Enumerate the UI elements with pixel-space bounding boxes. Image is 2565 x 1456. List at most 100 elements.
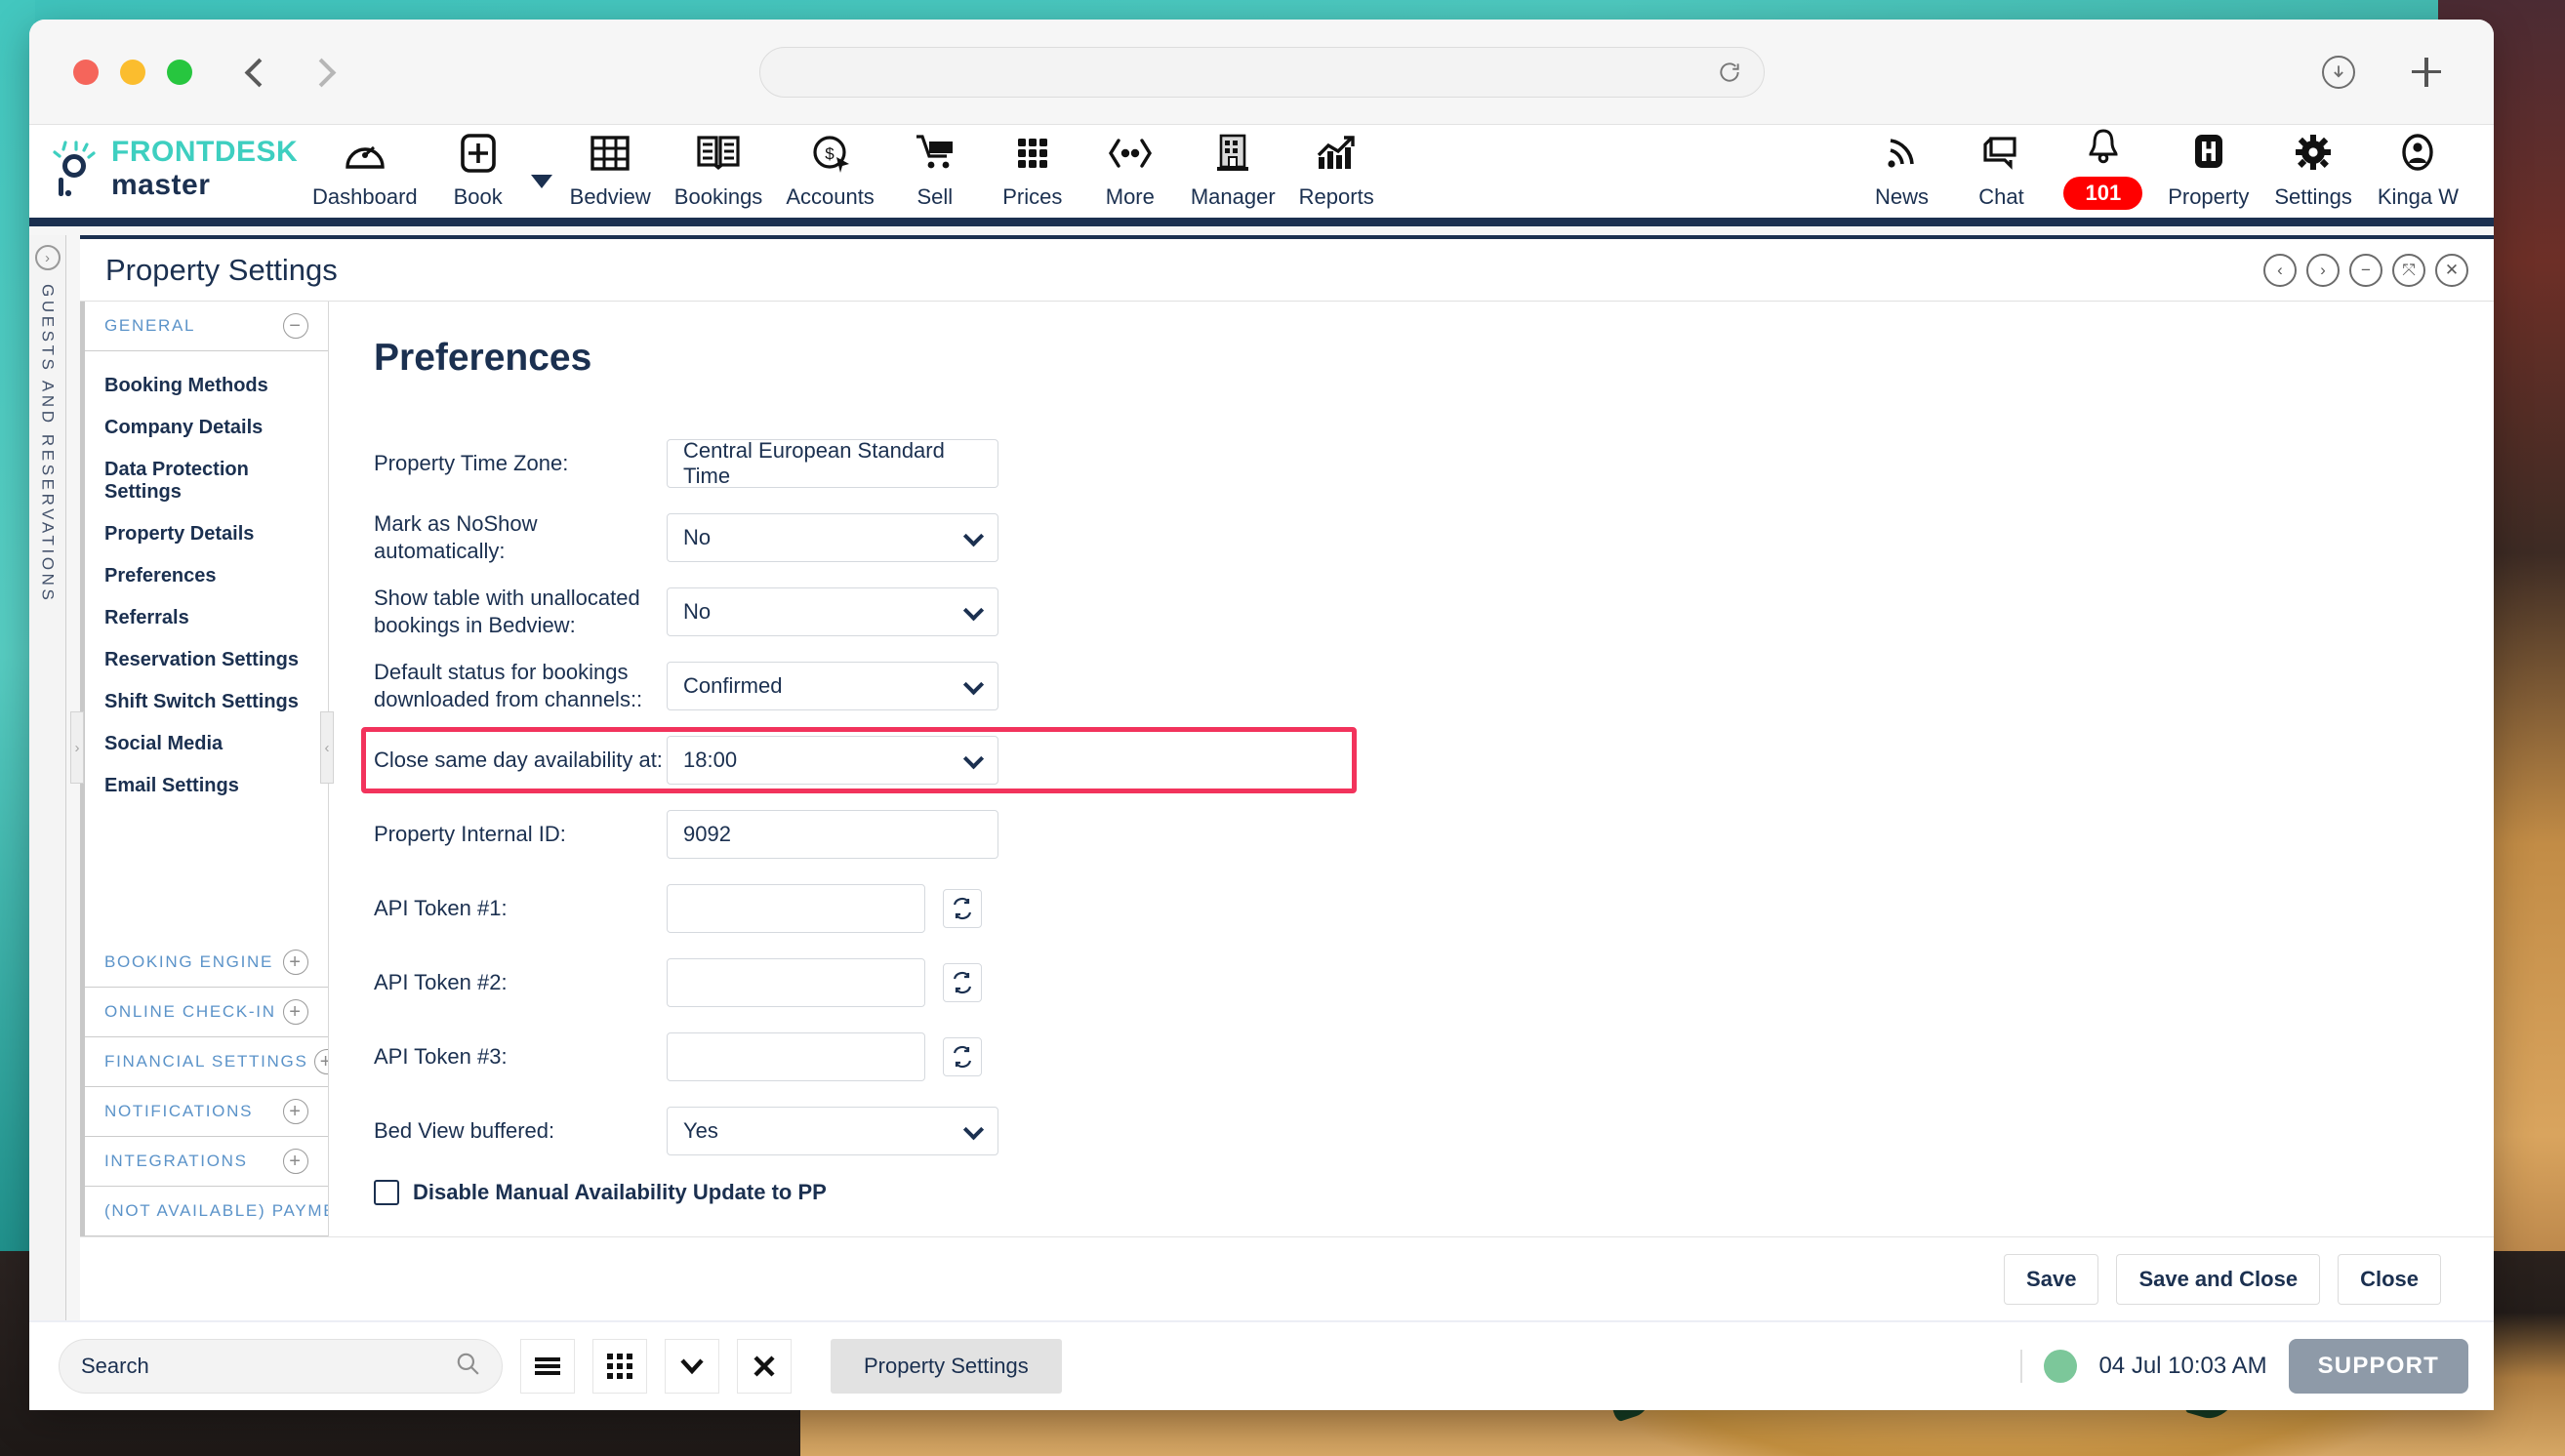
sidebar-section-notifications[interactable]: NOTIFICATIONS + bbox=[85, 1087, 328, 1137]
select-close-same-day-availability[interactable]: 18:00 bbox=[667, 736, 998, 785]
toolbar-right-items: News Chat 101 Property Settings Kinga W bbox=[1854, 123, 2468, 218]
settings-sidebar: › ‹ GENERAL − Booking Methods Company De… bbox=[70, 302, 334, 1236]
save-and-close-button[interactable]: Save and Close bbox=[2116, 1253, 2321, 1305]
support-button[interactable]: SUPPORT bbox=[2288, 1339, 2468, 1394]
toolbar-item-accounts[interactable]: $ Accounts bbox=[776, 131, 884, 218]
toolbar-item-reports[interactable]: Reports bbox=[1289, 131, 1384, 218]
input-api-token-1[interactable] bbox=[667, 884, 925, 933]
notification-badge[interactable]: 101 bbox=[2063, 177, 2143, 210]
toolbar-main-items: Dashboard Book Bedview Bookings $ Accoun… bbox=[303, 131, 1384, 218]
sidebar-section-online-check-in-label: ONLINE CHECK-IN bbox=[104, 1002, 276, 1021]
downloads-icon[interactable] bbox=[2322, 55, 2355, 89]
close-window-button[interactable] bbox=[73, 59, 99, 85]
select-mark-as-noshow[interactable]: No bbox=[667, 513, 998, 562]
open-window-tab-property-settings[interactable]: Property Settings bbox=[831, 1339, 1062, 1394]
modal-maximize-button[interactable]: ⤧ bbox=[2392, 253, 2425, 287]
input-property-time-zone[interactable]: Central European Standard Time bbox=[667, 438, 998, 488]
toolbar-item-dashboard[interactable]: Dashboard bbox=[303, 131, 428, 218]
label-close-same-day-availability: Close same day availability at: bbox=[374, 747, 663, 772]
page-title: Property Settings bbox=[105, 252, 338, 287]
rss-icon bbox=[1885, 131, 1918, 176]
maximize-window-button[interactable] bbox=[167, 59, 192, 85]
toolbar-item-notifications[interactable]: 101 bbox=[2054, 123, 2152, 218]
input-api-token-3[interactable] bbox=[667, 1032, 925, 1081]
gear-icon bbox=[2295, 131, 2332, 176]
modal-close-button[interactable]: ✕ bbox=[2435, 253, 2468, 287]
toolbar-item-property[interactable]: Property bbox=[2158, 131, 2259, 218]
select-bed-view-buffered[interactable]: Yes bbox=[667, 1107, 998, 1155]
content-heading: Preferences bbox=[374, 337, 592, 379]
back-icon[interactable] bbox=[243, 61, 266, 84]
plus-circle-icon[interactable]: + bbox=[283, 1149, 308, 1174]
expand-button[interactable] bbox=[665, 1339, 719, 1394]
minimize-window-button[interactable] bbox=[120, 59, 145, 85]
sidebar-item-email-settings[interactable]: Email Settings bbox=[85, 765, 328, 807]
close-button[interactable]: Close bbox=[2338, 1253, 2441, 1305]
sidebar-item-reservation-settings[interactable]: Reservation Settings bbox=[85, 639, 328, 681]
refresh-icon[interactable] bbox=[943, 1037, 982, 1076]
save-button[interactable]: Save bbox=[2004, 1253, 2099, 1305]
search-input[interactable]: Search bbox=[59, 1339, 503, 1394]
hotel-h-icon bbox=[2191, 131, 2226, 176]
sidebar-section-booking-engine-label: BOOKING ENGINE bbox=[104, 952, 274, 971]
frontdesk-master-logo[interactable]: FRONTDESK master bbox=[47, 138, 298, 200]
brand-line-2: master bbox=[111, 169, 211, 201]
plus-circle-icon[interactable]: + bbox=[283, 950, 308, 975]
list-view-button[interactable] bbox=[520, 1339, 575, 1394]
chevron-right-icon[interactable]: › bbox=[34, 245, 61, 270]
select-show-unallocated-table[interactable]: No bbox=[667, 587, 998, 636]
toolbar-label-prices: Prices bbox=[1002, 184, 1063, 209]
sidebar-item-booking-methods[interactable]: Booking Methods bbox=[85, 365, 328, 407]
close-all-button[interactable] bbox=[737, 1339, 792, 1394]
toolbar-item-settings[interactable]: Settings bbox=[2264, 131, 2362, 218]
toolbar-item-more[interactable]: More bbox=[1083, 131, 1177, 218]
input-api-token-2[interactable] bbox=[667, 958, 925, 1007]
modal-prev-button[interactable]: ‹ bbox=[2263, 253, 2297, 287]
sidebar-item-preferences[interactable]: Preferences bbox=[85, 555, 328, 597]
forward-icon[interactable] bbox=[309, 61, 333, 84]
sidebar-item-shift-switch-settings[interactable]: Shift Switch Settings bbox=[85, 681, 328, 723]
modal-minimize-button[interactable]: − bbox=[2349, 253, 2382, 287]
sidebar-section-general[interactable]: GENERAL − bbox=[85, 302, 328, 351]
refresh-icon[interactable] bbox=[943, 889, 982, 928]
grid-view-button[interactable] bbox=[592, 1339, 647, 1394]
plus-circle-icon[interactable]: + bbox=[313, 1049, 328, 1074]
plus-circle-icon[interactable]: + bbox=[283, 1099, 308, 1124]
search-icon[interactable] bbox=[455, 1351, 480, 1382]
toolbar-item-user[interactable]: Kinga W bbox=[2368, 131, 2468, 218]
sidebar-section-payments[interactable]: (NOT AVAILABLE) PAYMEN… + bbox=[85, 1187, 328, 1236]
sidebar-item-property-details[interactable]: Property Details bbox=[85, 513, 328, 555]
shopping-cart-icon bbox=[914, 131, 957, 176]
reload-icon[interactable] bbox=[1717, 60, 1742, 85]
toolbar-item-manager[interactable]: Manager bbox=[1181, 131, 1285, 218]
sidebar-section-online-check-in[interactable]: ONLINE CHECK-IN + bbox=[85, 988, 328, 1037]
new-tab-icon[interactable] bbox=[2410, 56, 2443, 89]
modal-next-button[interactable]: › bbox=[2306, 253, 2340, 287]
sidebar-item-referrals[interactable]: Referrals bbox=[85, 597, 328, 639]
select-default-channel-status[interactable]: Confirmed bbox=[667, 662, 998, 710]
gauge-icon bbox=[344, 131, 387, 176]
toolbar-item-prices[interactable]: Prices bbox=[986, 131, 1079, 218]
minus-circle-icon[interactable]: − bbox=[283, 313, 308, 339]
sidebar-left-resize-handle[interactable]: › bbox=[70, 711, 84, 784]
toolbar-item-book[interactable]: Book bbox=[431, 131, 525, 218]
toolbar-item-chat[interactable]: Chat bbox=[1954, 131, 2048, 218]
sidebar-section-integrations[interactable]: INTEGRATIONS + bbox=[85, 1137, 328, 1187]
sidebar-section-booking-engine[interactable]: BOOKING ENGINE + bbox=[85, 938, 328, 988]
refresh-icon[interactable] bbox=[943, 963, 982, 1002]
book-dropdown-chevron-down-icon[interactable] bbox=[530, 175, 552, 188]
toolbar-item-news[interactable]: News bbox=[1854, 131, 1948, 218]
url-input[interactable] bbox=[758, 46, 1765, 98]
toolbar-item-sell[interactable]: Sell bbox=[888, 131, 982, 218]
checkbox-disable-manual-availability[interactable] bbox=[374, 1180, 399, 1205]
guests-and-reservations-rail[interactable]: › GUESTS AND RESERVATIONS bbox=[29, 235, 66, 1320]
sidebar-item-social-media[interactable]: Social Media bbox=[85, 723, 328, 765]
plus-circle-icon[interactable]: + bbox=[283, 999, 308, 1025]
input-property-internal-id[interactable]: 9092 bbox=[667, 810, 998, 859]
sidebar-item-company-details[interactable]: Company Details bbox=[85, 407, 328, 449]
toolbar-item-bedview[interactable]: Bedview bbox=[560, 131, 661, 218]
field-wrap-api-token-1 bbox=[667, 884, 925, 933]
toolbar-item-bookings[interactable]: Bookings bbox=[665, 131, 773, 218]
sidebar-item-data-protection-settings[interactable]: Data Protection Settings bbox=[85, 449, 328, 513]
sidebar-section-financial-settings[interactable]: FINANCIAL SETTINGS + bbox=[85, 1037, 328, 1087]
